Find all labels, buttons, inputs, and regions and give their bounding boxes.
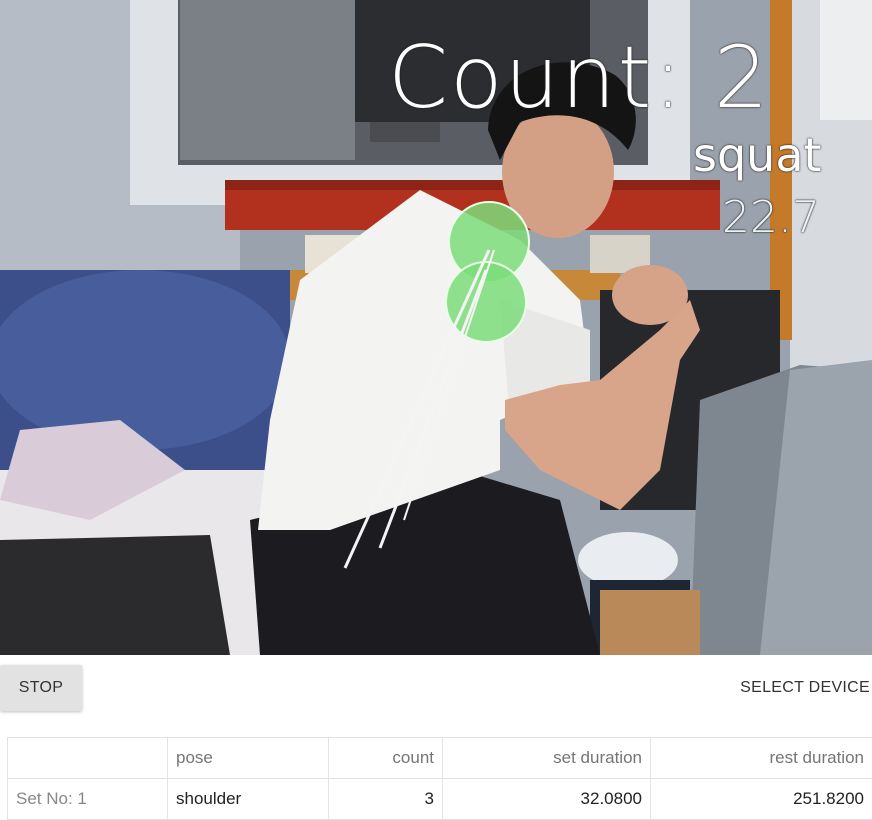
sets-table: pose count set duration rest duration Se… (7, 737, 872, 820)
table-row: Set No: 1 shoulder 3 32.0800 251.8200 (8, 779, 872, 820)
header-rest-duration: rest duration (651, 738, 872, 779)
timer-overlay: 22.7 (722, 192, 820, 243)
rep-count-overlay: Count: 2 (388, 28, 770, 128)
cell-rest-duration: 251.8200 (651, 779, 872, 820)
select-device-button[interactable]: SELECT DEVICE (740, 665, 870, 711)
cell-count: 3 (329, 779, 443, 820)
header-set-duration: set duration (443, 738, 651, 779)
stop-button[interactable]: STOP (0, 665, 82, 711)
cell-set-number: Set No: 1 (8, 779, 168, 820)
table-header-row: pose count set duration rest duration (8, 738, 872, 779)
controls-bar: STOP SELECT DEVICE (0, 655, 872, 723)
header-pose: pose (168, 738, 329, 779)
header-set (8, 738, 168, 779)
cell-pose: shoulder (168, 779, 329, 820)
camera-feed: Count: 2 squat 22.7 (0, 0, 872, 655)
sets-table-container: pose count set duration rest duration Se… (7, 737, 872, 820)
cell-set-duration: 32.0800 (443, 779, 651, 820)
exercise-name-overlay: squat (693, 128, 822, 182)
header-count: count (329, 738, 443, 779)
